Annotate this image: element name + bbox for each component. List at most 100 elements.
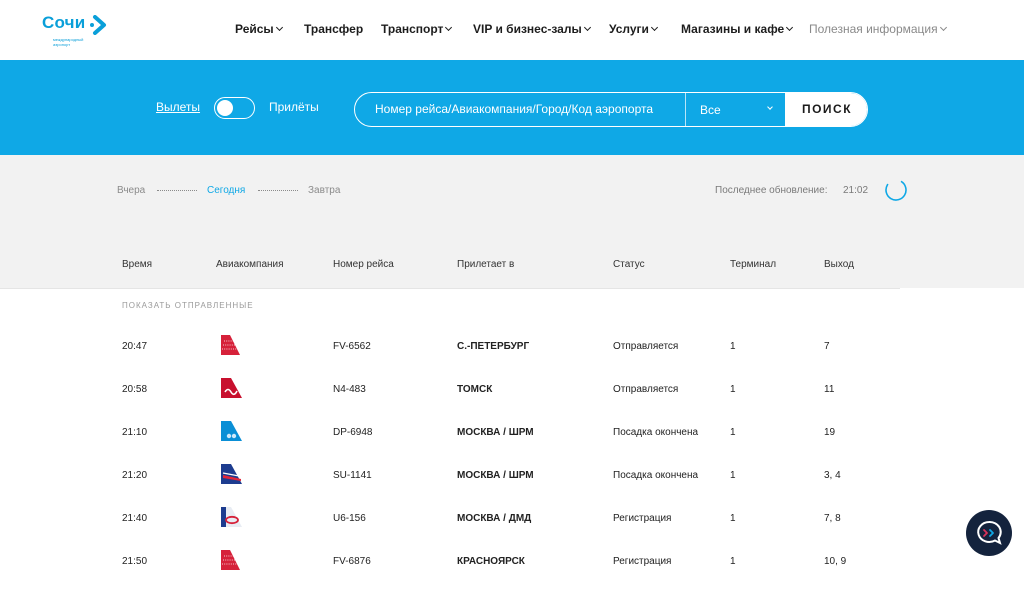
day-today[interactable]: Сегодня bbox=[207, 185, 245, 196]
column-airline: Авиакомпания bbox=[216, 259, 284, 270]
column-destination: Прилетает в bbox=[457, 259, 515, 270]
nav-item-label: Услуги bbox=[609, 22, 649, 36]
nav-item-label: Рейсы bbox=[235, 22, 274, 36]
nav-item-label: Полезная информация bbox=[809, 22, 938, 36]
airport-logo[interactable]: Сочи международный аэропорт bbox=[42, 13, 112, 47]
refresh-icon[interactable] bbox=[884, 178, 908, 202]
toggle-knob bbox=[217, 100, 233, 116]
chevron-down-icon bbox=[583, 23, 591, 32]
flight-terminal: 1 bbox=[730, 556, 736, 567]
flight-row[interactable]: 21:10 DP-6948 МОСКВА / ШРМ Посадка окончена… bbox=[0, 421, 1024, 470]
flight-row[interactable]: 20:58 N4-483 ТОМСК Отправляется 1 11 bbox=[0, 378, 1024, 427]
arrivals-link[interactable]: Прилёты bbox=[269, 100, 319, 114]
nav-item[interactable]: Трансфер bbox=[304, 22, 363, 36]
flight-row[interactable]: 20:47 FV-6562 С.-ПЕТЕРБУРГ Отправляется 1 7 bbox=[0, 335, 1024, 384]
flight-terminal: 1 bbox=[730, 470, 736, 481]
nav-item-label: Транспорт bbox=[381, 22, 444, 36]
filter-value: Все bbox=[700, 103, 721, 117]
search-band: Вылеты Прилёты Все ПОИСК bbox=[0, 60, 1024, 155]
last-update-time: 21:02 bbox=[843, 185, 869, 196]
chat-icon bbox=[977, 520, 1002, 545]
search-button[interactable]: ПОИСК bbox=[785, 93, 867, 126]
column-gate: Выход bbox=[824, 259, 854, 270]
flight-number: DP-6948 bbox=[333, 427, 373, 438]
top-header: Сочи международный аэропорт Рейсы Трансфе… bbox=[0, 0, 1024, 60]
flight-row[interactable]: 21:40 U6-156 МОСКВА / ДМД Регистрация 1 7, 8 bbox=[0, 507, 1024, 556]
search-input[interactable] bbox=[355, 93, 685, 126]
nav-item[interactable]: Полезная информация bbox=[809, 22, 947, 36]
flight-status: Посадка окончена bbox=[613, 470, 699, 481]
flight-terminal: 1 bbox=[730, 513, 736, 524]
flight-destination: МОСКВА / ШРМ bbox=[457, 470, 534, 481]
flight-destination: ТОМСК bbox=[457, 384, 493, 395]
chevron-down-icon bbox=[786, 23, 794, 32]
column-time: Время bbox=[122, 259, 153, 270]
flight-row[interactable]: 21:50 FV-6876 КРАСНОЯРСК Регистрация 1 10, 9 bbox=[0, 550, 1024, 599]
flight-status: Регистрация bbox=[613, 556, 672, 567]
flight-terminal: 1 bbox=[730, 341, 736, 352]
departures-link[interactable]: Вылеты bbox=[156, 100, 200, 114]
last-update-label: Последнее обновление: bbox=[715, 185, 828, 196]
flight-search: Все ПОИСК bbox=[354, 92, 868, 127]
flight-time: 21:50 bbox=[122, 556, 148, 567]
column-terminal: Терминал bbox=[730, 259, 777, 270]
day-yesterday[interactable]: Вчера bbox=[117, 185, 145, 196]
day-tomorrow[interactable]: Завтра bbox=[308, 185, 340, 196]
column-flight: Номер рейса bbox=[333, 259, 394, 270]
flight-number: N4-483 bbox=[333, 384, 366, 395]
pobeda-airline-icon bbox=[221, 421, 242, 441]
ural-airlines-icon bbox=[221, 507, 242, 527]
direction-toggle[interactable] bbox=[214, 97, 255, 119]
rossiya-airline-icon bbox=[221, 335, 240, 355]
flight-time: 21:20 bbox=[122, 470, 148, 481]
flight-destination: МОСКВА / ДМД bbox=[457, 513, 532, 524]
logo-chevron-icon bbox=[90, 15, 106, 35]
flight-time: 21:40 bbox=[122, 513, 148, 524]
flight-status: Отправляется bbox=[613, 341, 679, 352]
flight-number: FV-6876 bbox=[333, 556, 371, 567]
chat-button[interactable] bbox=[966, 510, 1012, 556]
flight-gate: 11 bbox=[824, 384, 835, 395]
flight-gate: 3, 4 bbox=[824, 470, 841, 481]
nav-item-label: Магазины и кафе bbox=[681, 22, 785, 36]
nav-item[interactable]: Услуги bbox=[609, 22, 658, 36]
nav-item[interactable]: Рейсы bbox=[235, 22, 283, 36]
header-divider bbox=[0, 288, 900, 289]
nav-item-label: VIP и бизнес-залы bbox=[473, 22, 582, 36]
flight-status: Посадка окончена bbox=[613, 427, 699, 438]
flight-gate: 7, 8 bbox=[824, 513, 841, 524]
airline-filter-select[interactable]: Все bbox=[686, 93, 786, 126]
column-status: Статус bbox=[613, 259, 645, 270]
flight-gate: 10, 9 bbox=[824, 556, 847, 567]
flight-destination: МОСКВА / ШРМ bbox=[457, 427, 534, 438]
nav-item[interactable]: Магазины и кафе bbox=[681, 22, 794, 36]
rossiya-airline-icon bbox=[221, 550, 240, 570]
day-separator bbox=[157, 190, 197, 191]
chevron-down-icon bbox=[275, 23, 283, 32]
flight-status: Регистрация bbox=[613, 513, 672, 524]
flight-destination: КРАСНОЯРСК bbox=[457, 556, 525, 567]
flight-number: FV-6562 bbox=[333, 341, 371, 352]
nordstar-airline-icon bbox=[221, 378, 242, 398]
flight-number: SU-1141 bbox=[333, 470, 372, 481]
nav-item[interactable]: Транспорт bbox=[381, 22, 453, 36]
flight-number: U6-156 bbox=[333, 513, 366, 524]
nav-item[interactable]: VIP и бизнес-залы bbox=[473, 22, 591, 36]
day-separator bbox=[258, 190, 298, 191]
aeroflot-airline-icon bbox=[221, 464, 242, 484]
flight-terminal: 1 bbox=[730, 384, 736, 395]
show-departed-link[interactable]: ПОКАЗАТЬ ОТПРАВЛЕННЫЕ bbox=[122, 301, 254, 310]
flight-time: 20:47 bbox=[122, 341, 148, 352]
chevron-down-icon bbox=[650, 23, 658, 32]
flight-status: Отправляется bbox=[613, 384, 679, 395]
logo-word: Сочи bbox=[42, 13, 86, 32]
flight-gate: 7 bbox=[824, 341, 830, 352]
flight-row[interactable]: 21:20 SU-1141 МОСКВА / ШРМ Посадка окончена… bbox=[0, 464, 1024, 513]
chevron-down-icon bbox=[445, 23, 453, 32]
logo-subtitle: международный аэропорт bbox=[53, 37, 84, 47]
flight-gate: 19 bbox=[824, 427, 836, 438]
nav-item-label: Трансфер bbox=[304, 22, 364, 36]
chevron-down-icon bbox=[939, 23, 947, 32]
flight-destination: С.-ПЕТЕРБУРГ bbox=[457, 341, 530, 352]
chevron-down-icon bbox=[767, 104, 773, 110]
